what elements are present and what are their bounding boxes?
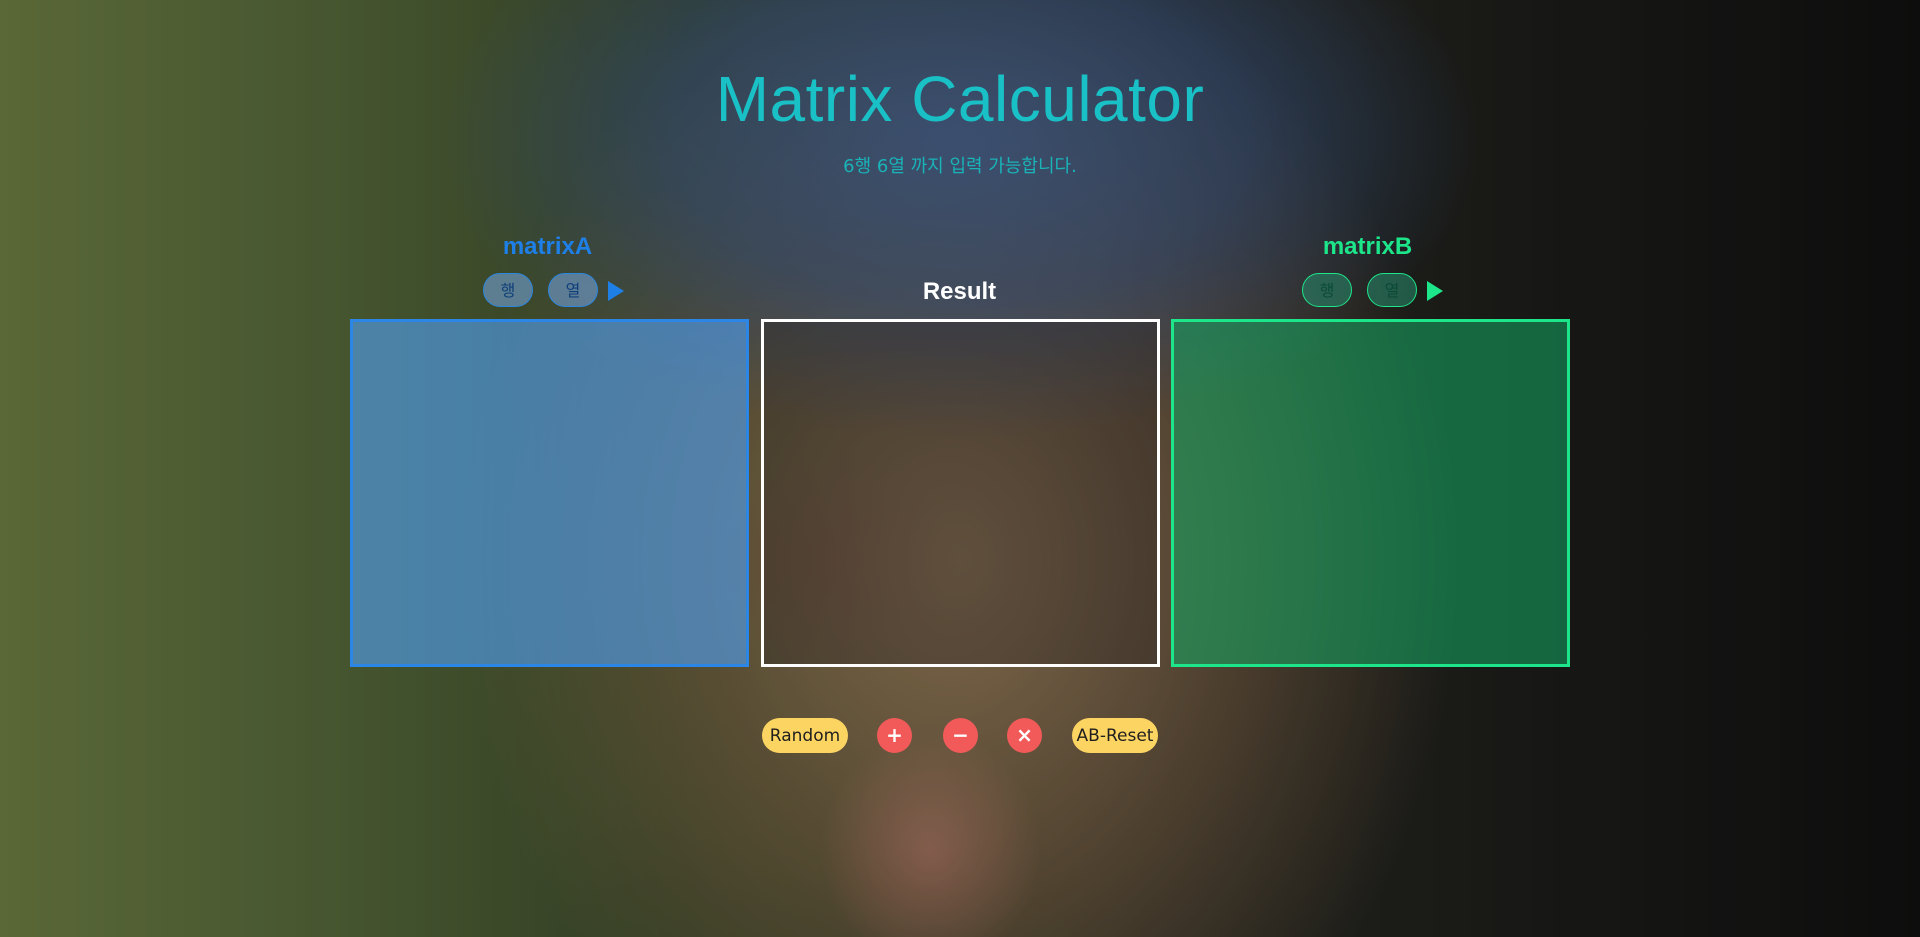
matrix-b-grid[interactable] [1171, 319, 1570, 667]
subtract-button[interactable]: − [943, 718, 978, 753]
matrix-a-grid[interactable] [350, 319, 749, 667]
matrix-b-label: matrixB [1322, 233, 1413, 260]
matrix-a-label: matrixA [502, 233, 593, 260]
page-title: Matrix Calculator [715, 63, 1205, 135]
reset-button[interactable]: AB-Reset [1072, 718, 1158, 753]
matrix-b-cols-input[interactable] [1367, 273, 1417, 307]
matrix-a-cols-input[interactable] [548, 273, 598, 307]
matrix-a-play-icon[interactable] [608, 281, 624, 301]
result-grid [761, 319, 1160, 667]
multiply-button[interactable]: × [1007, 718, 1042, 753]
matrix-b-rows-input[interactable] [1302, 273, 1352, 307]
result-label: Result [922, 278, 997, 305]
matrix-a-rows-input[interactable] [483, 273, 533, 307]
random-button[interactable]: Random [762, 718, 848, 753]
matrix-b-play-icon[interactable] [1427, 281, 1443, 301]
page-subtitle: 6행 6열 까지 입력 가능합니다. [843, 156, 1077, 177]
add-button[interactable]: + [877, 718, 912, 753]
